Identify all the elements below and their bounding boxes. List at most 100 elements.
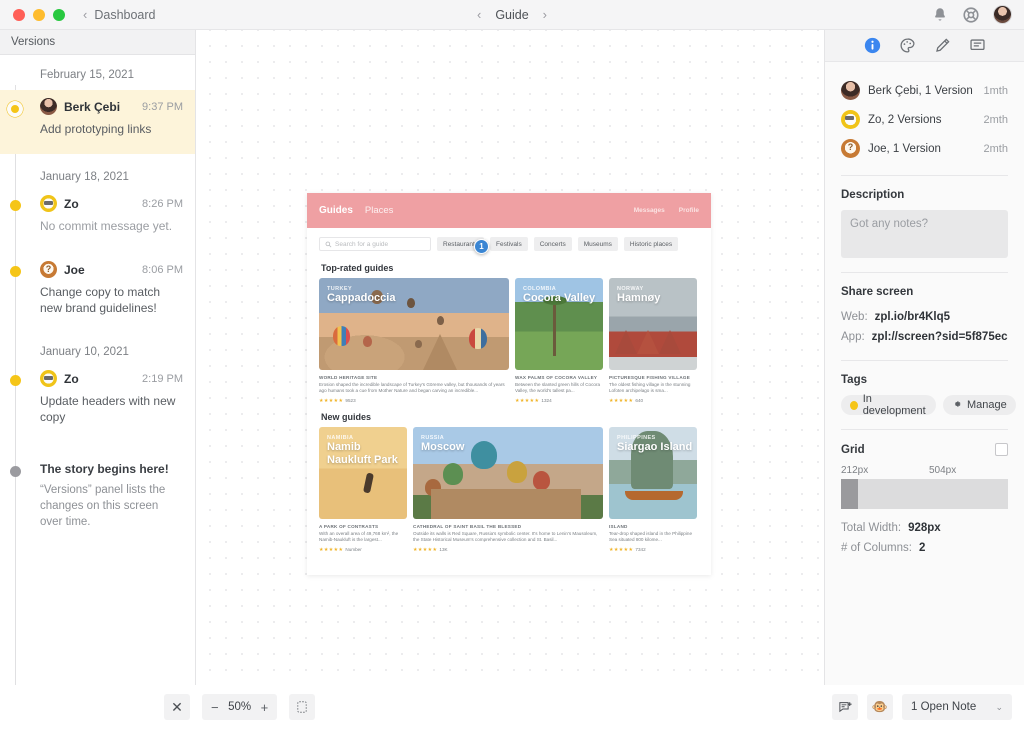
- card-image-moscow: RUSSIA Moscow: [413, 427, 603, 519]
- guide-card[interactable]: PHILIPPINES Siargao Island ISLAND Tear-d…: [609, 427, 697, 553]
- version-commit-message: Change copy to match new brand guideline…: [40, 278, 180, 316]
- collaborator-time: 1mth: [984, 85, 1008, 97]
- card-place: Moscow: [421, 441, 464, 454]
- prev-screen-button[interactable]: ‹: [477, 8, 481, 21]
- versions-panel-header: Versions: [0, 30, 195, 55]
- card-description: Tear-drop shaped island in the Philippin…: [609, 529, 697, 544]
- frame-icon[interactable]: [289, 694, 315, 720]
- guide-card[interactable]: RUSSIA Moscow CATHEDRAL OF SAINT BASIL T…: [413, 427, 603, 553]
- total-width-key: Total Width:: [841, 522, 901, 534]
- comment-icon[interactable]: [969, 37, 986, 54]
- grid-column-block: [841, 479, 858, 509]
- share-web-key: Web:: [841, 311, 868, 323]
- design-canvas[interactable]: Guides Places Messages Profile Search fo…: [196, 30, 824, 685]
- manage-tags-button[interactable]: Manage: [943, 395, 1016, 415]
- collaborator-name: Berk Çebi, 1 Version: [868, 85, 973, 97]
- grid-toggle-checkbox[interactable]: [995, 443, 1008, 456]
- version-bullet-icon: [7, 101, 23, 117]
- guide-card[interactable]: TURKEY Cappadoccia WORLD HERITAGE SITE E…: [319, 278, 509, 404]
- version-item[interactable]: Zo 2:19 PM Update headers with new copy: [0, 367, 195, 438]
- card-rating: ★★★★★ 1324: [515, 395, 603, 404]
- description-input[interactable]: Got any notes?: [841, 210, 1008, 258]
- grid-header: Grid: [841, 430, 1008, 465]
- version-time: 8:06 PM: [142, 264, 183, 276]
- collaborator-row[interactable]: Zo, 2 Versions 2mth: [841, 105, 1008, 134]
- share-web-row[interactable]: Web: zpl.io/br4Klq5: [841, 307, 1008, 327]
- tag-in-development[interactable]: In development: [841, 395, 936, 415]
- version-group-date: January 18, 2021: [0, 154, 195, 192]
- version-item[interactable]: Joe 8:06 PM Change copy to match new bra…: [0, 247, 195, 329]
- zoom-in-button[interactable]: +: [261, 700, 269, 715]
- mockup-filter-chip: Historic places: [624, 237, 678, 251]
- window-traffic-lights[interactable]: [0, 9, 65, 21]
- palette-icon[interactable]: [899, 37, 916, 54]
- card-label: NAMIBIA Namib Naukluft Park: [327, 435, 407, 467]
- mockup-header-links: Messages Profile: [634, 207, 699, 214]
- rating-count: 9523: [345, 398, 355, 403]
- mockup-search-row: Search for a guide Restaurants Festivals…: [307, 228, 711, 255]
- screen-mockup[interactable]: Guides Places Messages Profile Search fo…: [307, 193, 711, 575]
- collaborator-time: 2mth: [984, 114, 1008, 126]
- info-icon[interactable]: [864, 37, 881, 54]
- mockup-link-profile: Profile: [679, 207, 699, 214]
- author-avatar: [40, 195, 57, 212]
- author-avatar: [40, 261, 57, 278]
- zoom-out-button[interactable]: −: [211, 700, 219, 715]
- open-notes-label: 1 Open Note: [911, 701, 976, 713]
- card-place: Siargao Island: [617, 441, 692, 454]
- card-description: Erosion shaped the incredible landscape …: [319, 380, 509, 395]
- rating-count: 640: [635, 398, 643, 403]
- grid-right-measure: 504px: [929, 465, 956, 476]
- guide-card[interactable]: NORWAY Hamnøy PICTURESQUE FISHING VILLAG…: [609, 278, 697, 404]
- pen-icon[interactable]: [934, 37, 951, 54]
- gear-icon: [952, 399, 962, 412]
- close-canvas-button[interactable]: ✕: [164, 694, 190, 720]
- guide-card[interactable]: COLOMBIA Cocora Valley WAX PALMS OF COCO…: [515, 278, 603, 404]
- card-meta: PICTURESQUE FISHING VILLAGE The oldest f…: [609, 370, 697, 404]
- close-window-button[interactable]: [13, 9, 25, 21]
- share-app-row[interactable]: App: zpl://screen?sid=5f875ec5a89…: [841, 327, 1008, 347]
- collaborator-time: 2mth: [984, 143, 1008, 155]
- next-screen-button[interactable]: ›: [543, 8, 547, 21]
- guide-card[interactable]: NAMIBIA Namib Naukluft Park A PARK OF CO…: [319, 427, 407, 553]
- annotation-pin-1[interactable]: 1: [474, 239, 489, 254]
- version-author-row: Berk Çebi 9:37 PM: [40, 98, 183, 115]
- card-rating: ★★★★★ 7342: [609, 544, 697, 553]
- share-app-key: App:: [841, 331, 865, 343]
- bottom-avatar-emoji[interactable]: 🐵: [867, 694, 893, 720]
- add-note-icon[interactable]: [832, 694, 858, 720]
- version-author-name: Zo: [64, 372, 79, 386]
- inspector-panel: Berk Çebi, 1 Version 1mth Zo, 2 Versions…: [824, 30, 1024, 685]
- card-rating: ★★★★★ 13K: [413, 544, 603, 553]
- screen-navigator: ‹ Guide ›: [412, 8, 612, 22]
- tags-heading: Tags: [841, 361, 1008, 395]
- version-group-date: February 15, 2021: [0, 69, 195, 90]
- card-description: Outside its walls is Red Square, Russia'…: [413, 529, 603, 544]
- card-label: NORWAY Hamnøy: [617, 286, 660, 305]
- user-avatar[interactable]: [993, 5, 1012, 24]
- version-item[interactable]: Zo 8:26 PM No commit message yet.: [0, 192, 195, 247]
- mockup-card-row: TURKEY Cappadoccia WORLD HERITAGE SITE E…: [307, 278, 711, 404]
- card-image-cocora: COLOMBIA Cocora Valley: [515, 278, 603, 370]
- collaborator-row[interactable]: Joe, 1 Version 2mth: [841, 134, 1008, 163]
- open-notes-select[interactable]: 1 Open Note ⌄: [902, 694, 1012, 720]
- maximize-window-button[interactable]: [53, 9, 65, 21]
- versions-panel-title: Versions: [11, 36, 55, 48]
- lifebuoy-help-icon[interactable]: [962, 6, 980, 24]
- version-item-selected[interactable]: Berk Çebi 9:37 PM Add prototyping links: [0, 90, 195, 154]
- version-author-row: Zo 2:19 PM: [40, 370, 183, 387]
- description-heading: Description: [841, 176, 1008, 210]
- window-titlebar: ‹ Dashboard ‹ Guide ›: [0, 0, 1024, 30]
- bell-icon[interactable]: [931, 6, 949, 24]
- collaborator-name: Zo, 2 Versions: [868, 114, 942, 126]
- collaborator-row[interactable]: Berk Çebi, 1 Version 1mth: [841, 76, 1008, 105]
- mockup-header: Guides Places Messages Profile: [307, 193, 711, 228]
- tags-row: In development Manage: [841, 395, 1008, 415]
- version-time: 9:37 PM: [142, 101, 183, 113]
- card-description: With an overall area of 49,768 km², the …: [319, 529, 407, 544]
- back-to-dashboard-button[interactable]: ‹ Dashboard: [83, 8, 156, 22]
- minimize-window-button[interactable]: [33, 9, 45, 21]
- card-image-cappadoccia: TURKEY Cappadoccia: [319, 278, 509, 370]
- version-author-name: Zo: [64, 197, 79, 211]
- versions-timeline: February 15, 2021 Berk Çebi 9:37 PM Add …: [0, 55, 195, 685]
